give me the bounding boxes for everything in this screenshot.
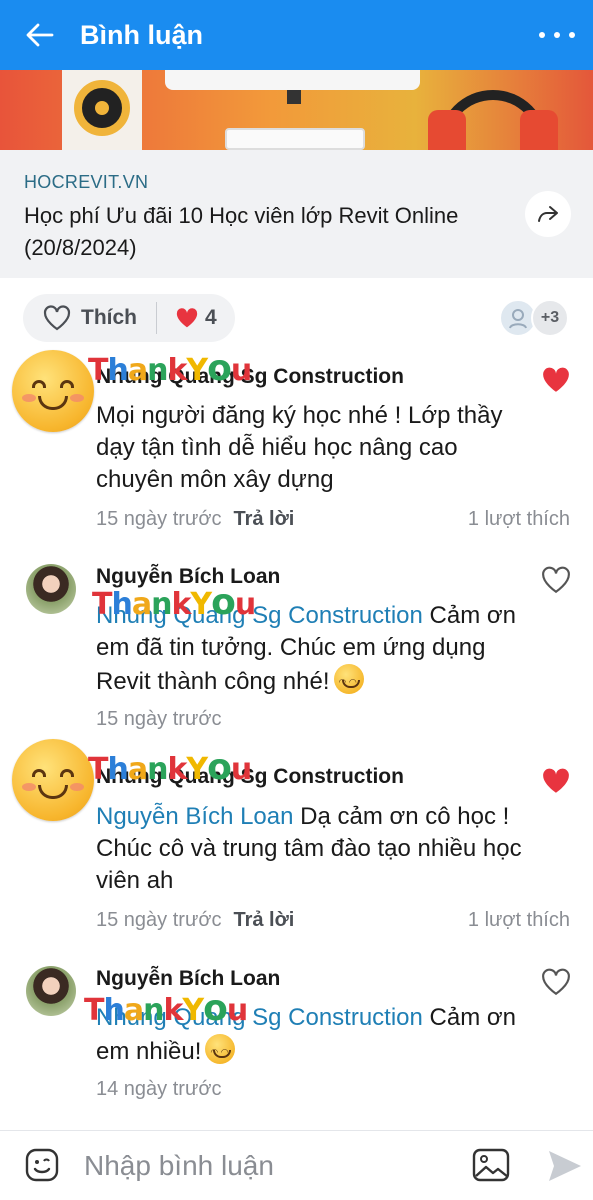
app-header: Bình luận	[0, 0, 593, 70]
avatar[interactable]	[26, 966, 76, 1016]
thank-you-sticker-overlay: ThankYou	[88, 348, 252, 389]
comment-meta: 14 ngày trước	[96, 1078, 221, 1101]
mention-link[interactable]: Nguyễn Bích Loan	[96, 803, 293, 830]
comment-text: Mọi người đăng ký học nhé ! Lớp thầy dạy…	[96, 402, 503, 493]
keyboard-illustration	[225, 128, 365, 150]
dot-icon	[539, 32, 545, 38]
send-icon[interactable]	[547, 1149, 583, 1183]
more-reactors-badge: +3	[531, 299, 569, 337]
smiling-emoji-icon	[205, 1034, 236, 1068]
image-icon[interactable]	[472, 1148, 510, 1182]
like-button[interactable]: Thích	[23, 294, 156, 342]
reply-button[interactable]: Trả lời	[233, 508, 294, 531]
share-arrow-icon	[538, 206, 558, 222]
thank-you-sticker-overlay: ThankYou	[92, 582, 256, 623]
smiling-emoji-icon	[333, 664, 364, 698]
monitor-stand	[287, 90, 301, 104]
thank-you-sticker-overlay: ThankYou	[88, 747, 252, 788]
speaker-illustration	[62, 70, 142, 150]
heart-outline-icon[interactable]	[541, 968, 571, 996]
reply-button[interactable]: Trả lời	[233, 909, 294, 932]
smiling-face-avatar[interactable]	[12, 739, 94, 821]
comment-like-count[interactable]: 1 lượt thích	[468, 508, 570, 531]
arrow-left-icon	[26, 23, 54, 47]
comment-time: 15 ngày trước	[96, 909, 222, 931]
comment-input-bar: Nhập bình luận	[0, 1130, 593, 1200]
comment-time: 15 ngày trước	[96, 508, 222, 530]
heart-outline-icon[interactable]	[541, 566, 571, 594]
comment-meta: 15 ngày trước	[96, 708, 221, 731]
share-button[interactable]	[525, 191, 571, 237]
smiling-face-avatar[interactable]	[12, 350, 94, 432]
link-domain: HOCREVIT.VN	[24, 172, 149, 192]
comment-like-count[interactable]: 1 lượt thích	[468, 909, 570, 932]
more-options-button[interactable]	[539, 22, 575, 48]
monitor-illustration	[165, 70, 420, 90]
red-heart-icon	[176, 308, 198, 328]
page-title: Bình luận	[80, 19, 203, 50]
comment-time: 14 ngày trước	[96, 1078, 222, 1100]
link-title: Học phí Ưu đãi 10 Học viên lớp Revit Onl…	[24, 203, 459, 260]
comment-time: 15 ngày trước	[96, 708, 222, 730]
comment-meta: 15 ngày trước Trả lời	[96, 508, 294, 531]
thank-you-sticker-overlay: ThankYou	[84, 988, 248, 1029]
like-label: Thích	[81, 306, 137, 329]
sticker-icon[interactable]	[24, 1147, 60, 1183]
back-button[interactable]	[0, 0, 80, 70]
avatar[interactable]	[26, 564, 76, 614]
user-avatar-icon	[509, 309, 527, 329]
dot-icon	[554, 32, 560, 38]
heart-filled-icon[interactable]	[541, 767, 571, 795]
dot-icon	[569, 32, 575, 38]
headphone-cup	[428, 110, 466, 150]
heart-filled-icon[interactable]	[541, 366, 571, 394]
post-banner-image[interactable]	[0, 70, 593, 150]
comment-text: Nguyễn Bích Loan Dạ cảm ơn cô học ! Chúc…	[96, 801, 526, 897]
headphone-cup	[520, 110, 558, 150]
reactor-avatars[interactable]: +3	[499, 299, 569, 337]
comment-input[interactable]: Nhập bình luận	[84, 1145, 454, 1187]
comment-meta: 15 ngày trước Trả lời	[96, 909, 294, 932]
link-preview-card[interactable]: HOCREVIT.VN Học phí Ưu đãi 10 Học viên l…	[0, 150, 593, 278]
reaction-count[interactable]: 4	[157, 306, 217, 330]
heart-count: 4	[205, 306, 217, 329]
heart-outline-icon	[43, 305, 71, 331]
reaction-bar: Thích 4	[23, 294, 235, 342]
